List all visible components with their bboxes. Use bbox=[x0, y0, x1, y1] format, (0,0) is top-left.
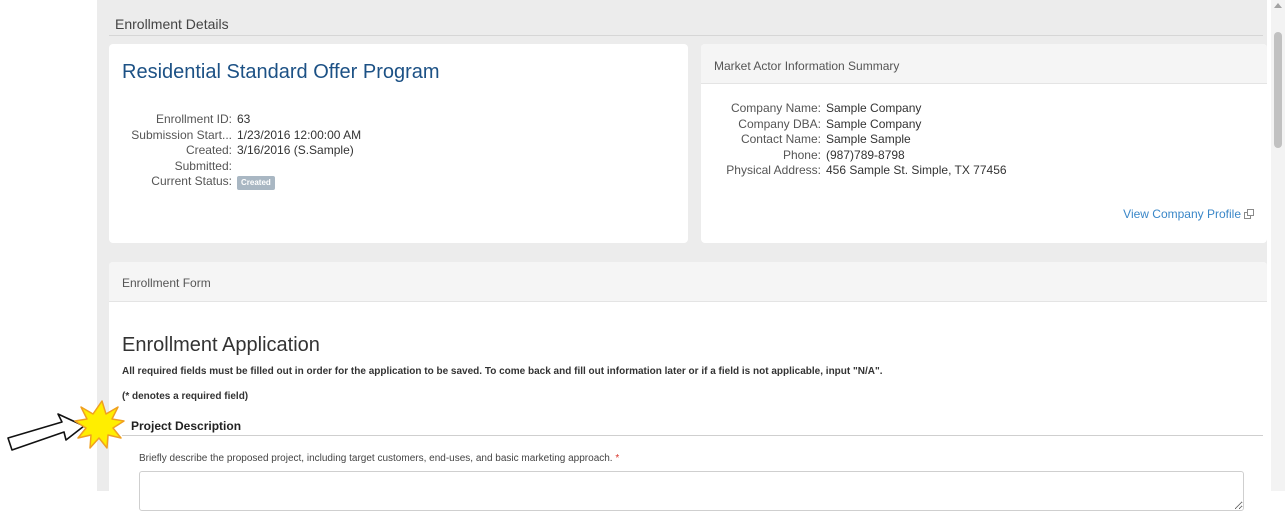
field-value: 63 bbox=[237, 112, 251, 126]
page-scrollbar[interactable] bbox=[1271, 0, 1285, 491]
status-badge: Created bbox=[237, 176, 275, 190]
program-fields: Enrollment ID: 63 Submission Start... 1/… bbox=[109, 112, 361, 190]
project-description-label: Briefly describe the proposed project, i… bbox=[139, 453, 619, 464]
field-label: Created: bbox=[185, 143, 232, 157]
enrollment-form-title: Enrollment Form bbox=[122, 276, 211, 290]
market-actor-card: Market Actor Information Summary Company… bbox=[701, 44, 1267, 243]
field-physical-address: Physical Address: 456 Sample St. Simple,… bbox=[701, 163, 1007, 179]
field-label: Phone: bbox=[782, 147, 821, 162]
section-title-project-description: Project Description bbox=[131, 419, 242, 433]
project-description-label-text: Briefly describe the proposed project, i… bbox=[139, 453, 613, 464]
program-summary-card: Residential Standard Offer Program Enrol… bbox=[109, 44, 688, 243]
starburst-arrow-icon bbox=[7, 400, 125, 451]
program-title: Residential Standard Offer Program bbox=[122, 61, 440, 83]
market-actor-fields: Company Name: Sample Company Company DBA… bbox=[701, 101, 1007, 179]
instructions-text: All required fields must be filled out i… bbox=[122, 366, 883, 377]
enrollment-form-header: Enrollment Form bbox=[109, 262, 1267, 302]
page-title: Enrollment Details bbox=[115, 16, 229, 32]
field-company-dba: Company DBA: Sample Company bbox=[701, 117, 1007, 133]
enrollment-details-panel: Enrollment Details Residential Standard … bbox=[97, 0, 1267, 511]
field-label: Physical Address: bbox=[726, 163, 821, 177]
field-current-status: Current Status: Created bbox=[109, 174, 361, 190]
status-value: Created bbox=[232, 174, 275, 190]
field-phone: Phone: (987)789-8798 bbox=[701, 148, 1007, 164]
scrollbar-thumb[interactable] bbox=[1274, 32, 1282, 148]
external-link-icon bbox=[1244, 209, 1255, 219]
field-value: Sample Company bbox=[826, 101, 922, 115]
application-title: Enrollment Application bbox=[122, 334, 320, 356]
field-label: Company Name: bbox=[730, 101, 821, 115]
field-label: Contact Name: bbox=[740, 132, 821, 146]
field-value: 3/16/2016 (S.Sample) bbox=[237, 143, 354, 157]
field-value bbox=[232, 159, 237, 175]
field-label: Current Status: bbox=[151, 174, 232, 188]
enrollment-form-card: Enrollment Form Enrollment Application A… bbox=[109, 262, 1267, 511]
field-label: Company DBA: bbox=[738, 116, 821, 131]
field-submitted: Submitted: bbox=[109, 159, 361, 175]
field-company-name: Company Name: Sample Company bbox=[701, 101, 1007, 117]
field-label: Submitted: bbox=[174, 158, 232, 173]
field-value: 1/23/2016 12:00:00 AM bbox=[237, 127, 362, 142]
field-contact-name: Contact Name: Sample Sample bbox=[701, 132, 1007, 148]
field-label: Submission Start... bbox=[131, 127, 232, 142]
scroll-up-arrow-icon[interactable] bbox=[1274, 3, 1282, 8]
section-divider bbox=[122, 435, 1263, 436]
field-created: Created: 3/16/2016 (S.Sample) bbox=[109, 143, 361, 159]
market-actor-card-header: Market Actor Information Summary bbox=[701, 44, 1267, 84]
header-divider bbox=[109, 35, 1263, 36]
field-value: Sample Company bbox=[826, 116, 922, 131]
project-description-input[interactable] bbox=[139, 471, 1244, 511]
field-value: 456 Sample St. Simple, TX 77456 bbox=[826, 163, 1007, 177]
field-value: (987)789-8798 bbox=[826, 147, 905, 162]
field-submission-start: Submission Start... 1/23/2016 12:00:00 A… bbox=[109, 128, 361, 144]
required-marker: * bbox=[615, 453, 620, 464]
starburst-icon bbox=[74, 400, 125, 449]
view-company-profile-label: View Company Profile bbox=[1123, 207, 1241, 221]
market-actor-title: Market Actor Information Summary bbox=[714, 59, 900, 73]
required-field-note: (* denotes a required field) bbox=[122, 391, 249, 402]
field-enrollment-id: Enrollment ID: 63 bbox=[109, 112, 361, 128]
field-label: Enrollment ID: bbox=[155, 112, 232, 126]
pointer-arrow-icon bbox=[7, 413, 85, 451]
view-company-profile-link[interactable]: View Company Profile bbox=[1123, 207, 1255, 221]
field-value: Sample Sample bbox=[826, 132, 911, 146]
